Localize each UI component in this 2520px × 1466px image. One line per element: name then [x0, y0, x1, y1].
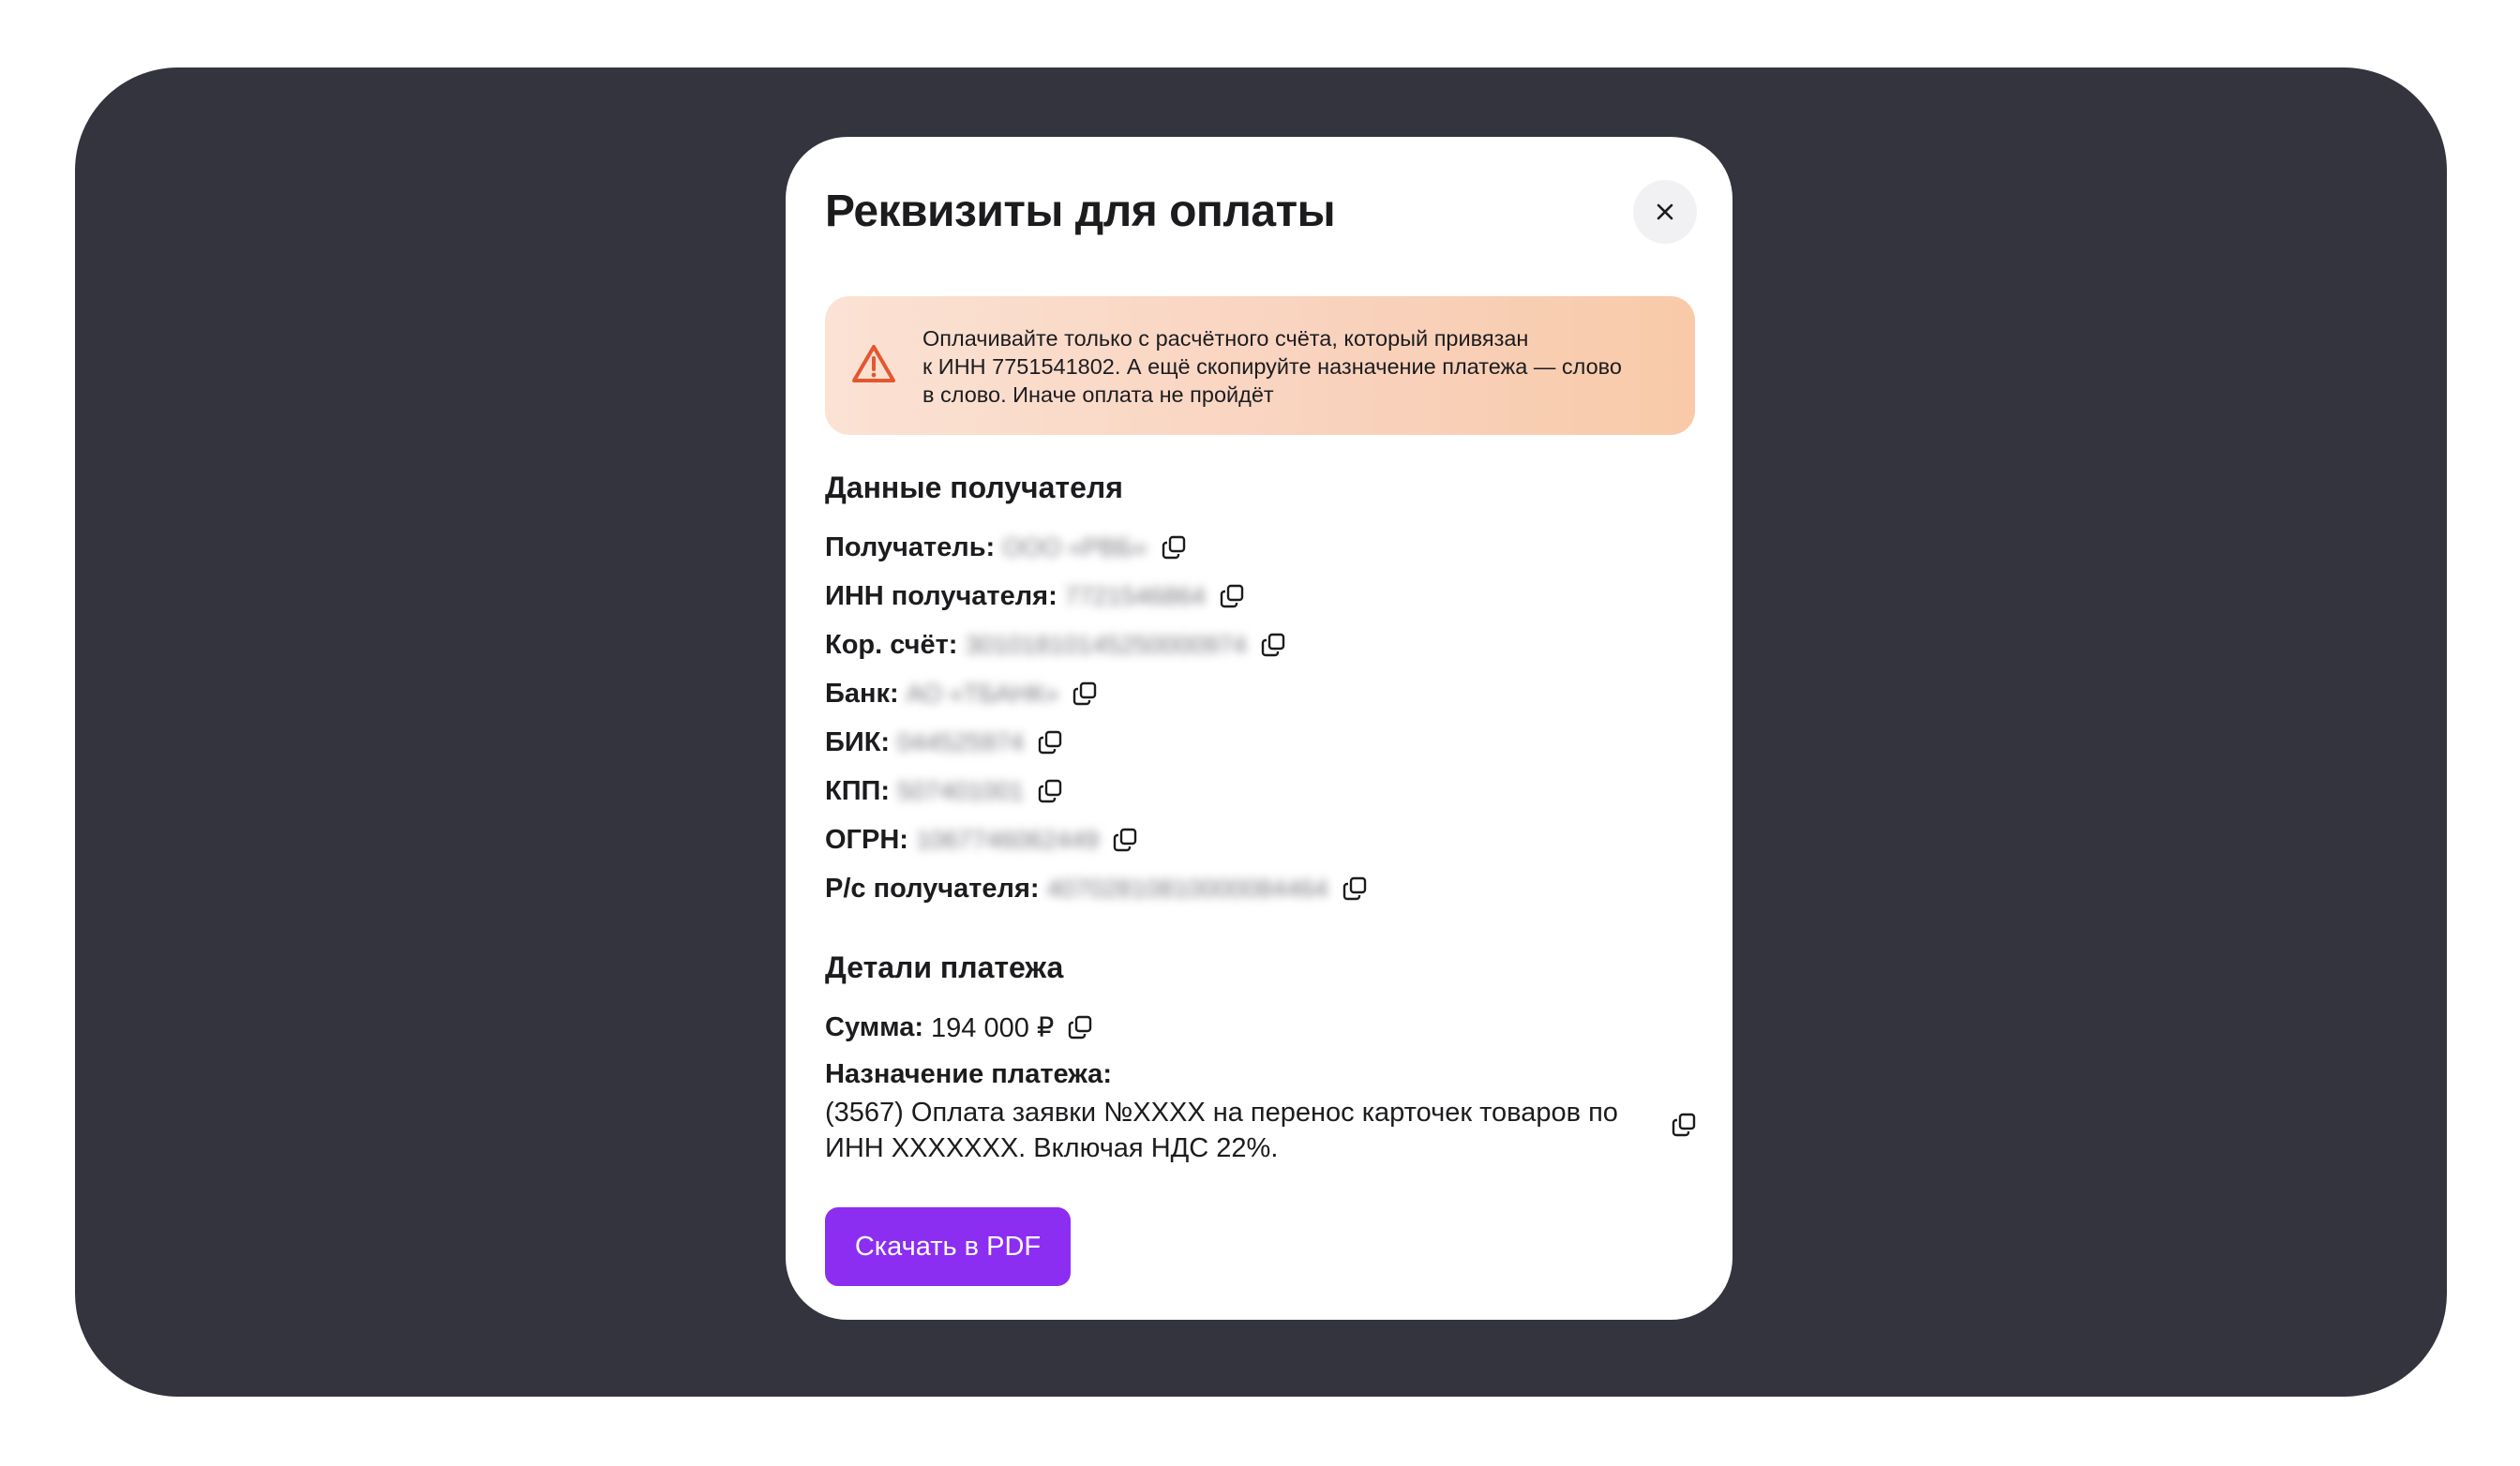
copy-icon[interactable]: [1260, 632, 1286, 658]
recipient-row-settlement-account: Р/с получателя: 40702810810000084464: [825, 870, 1368, 907]
copy-icon[interactable]: [1037, 729, 1063, 755]
row-label: Получатель:: [825, 531, 996, 562]
row-value-blurred: 30101810145250000974: [965, 630, 1247, 659]
row-label: Банк:: [825, 678, 899, 709]
payment-section-title: Детали платежа: [825, 950, 1064, 984]
payment-amount-row: Сумма: 194 000 ₽: [825, 1009, 1093, 1046]
row-label: ИНН получателя:: [825, 580, 1058, 611]
copy-icon[interactable]: [1037, 778, 1063, 804]
row-value-blurred: 507401001: [897, 776, 1025, 805]
row-value-blurred: ООО «РВБ»: [1002, 532, 1148, 561]
row-value-blurred: 1067746062449: [915, 825, 1100, 854]
recipient-section-title: Данные получателя: [825, 471, 1123, 504]
row-label: Р/с получателя:: [825, 873, 1040, 904]
copy-icon[interactable]: [1072, 681, 1098, 707]
row-label: Кор. счёт:: [825, 629, 958, 660]
warning-text: Оплачивайте только с расчётного счёта, к…: [922, 326, 1622, 407]
copy-icon[interactable]: [1219, 583, 1245, 609]
row-label: ОГРН:: [825, 824, 908, 855]
payment-details-modal: Реквизиты для оплаты Оплачивайте только …: [786, 137, 1732, 1320]
warning-banner: Оплачивайте только с расчётного счёта, к…: [825, 296, 1695, 435]
row-label: БИК:: [825, 726, 891, 757]
recipient-row-ogrn: ОГРН: 1067746062449: [825, 821, 1138, 859]
recipient-row-bik: БИК: 044525974: [825, 724, 1063, 761]
warning-triangle-icon: [852, 345, 895, 382]
purpose-label: Назначение платежа:: [825, 1059, 1112, 1089]
recipient-row-corr-account: Кор. счёт: 30101810145250000974: [825, 626, 1286, 664]
recipient-row-inn: ИНН получателя: 7721546864: [825, 577, 1245, 615]
row-value-blurred: 044525974: [897, 727, 1025, 756]
close-button[interactable]: [1633, 180, 1697, 244]
purpose-text: (3567) Оплата заявки №XXXX на перенос ка…: [825, 1098, 1618, 1163]
row-value-blurred: 7721546864: [1064, 581, 1206, 610]
row-label: КПП:: [825, 775, 891, 806]
copy-icon[interactable]: [1161, 534, 1187, 561]
close-icon: [1657, 203, 1673, 220]
recipient-row-bank: Банк: АО «ТБАНК»: [825, 675, 1098, 712]
copy-icon[interactable]: [1067, 1014, 1093, 1040]
row-value-blurred: 40702810810000084464: [1046, 874, 1328, 903]
amount-value: 194 000 ₽: [931, 1012, 1055, 1043]
amount-label: Сумма:: [825, 1011, 923, 1042]
recipient-row-kpp: КПП: 507401001: [825, 772, 1063, 810]
copy-icon[interactable]: [1342, 875, 1368, 902]
download-pdf-button[interactable]: Скачать в PDF: [825, 1207, 1071, 1286]
copy-icon[interactable]: [1112, 827, 1138, 853]
row-value-blurred: АО «ТБАНК»: [906, 679, 1059, 708]
copy-icon[interactable]: [1671, 1112, 1697, 1138]
modal-title: Реквизиты для оплаты: [825, 187, 1336, 236]
recipient-row-name: Получатель: ООО «РВБ»: [825, 529, 1187, 566]
